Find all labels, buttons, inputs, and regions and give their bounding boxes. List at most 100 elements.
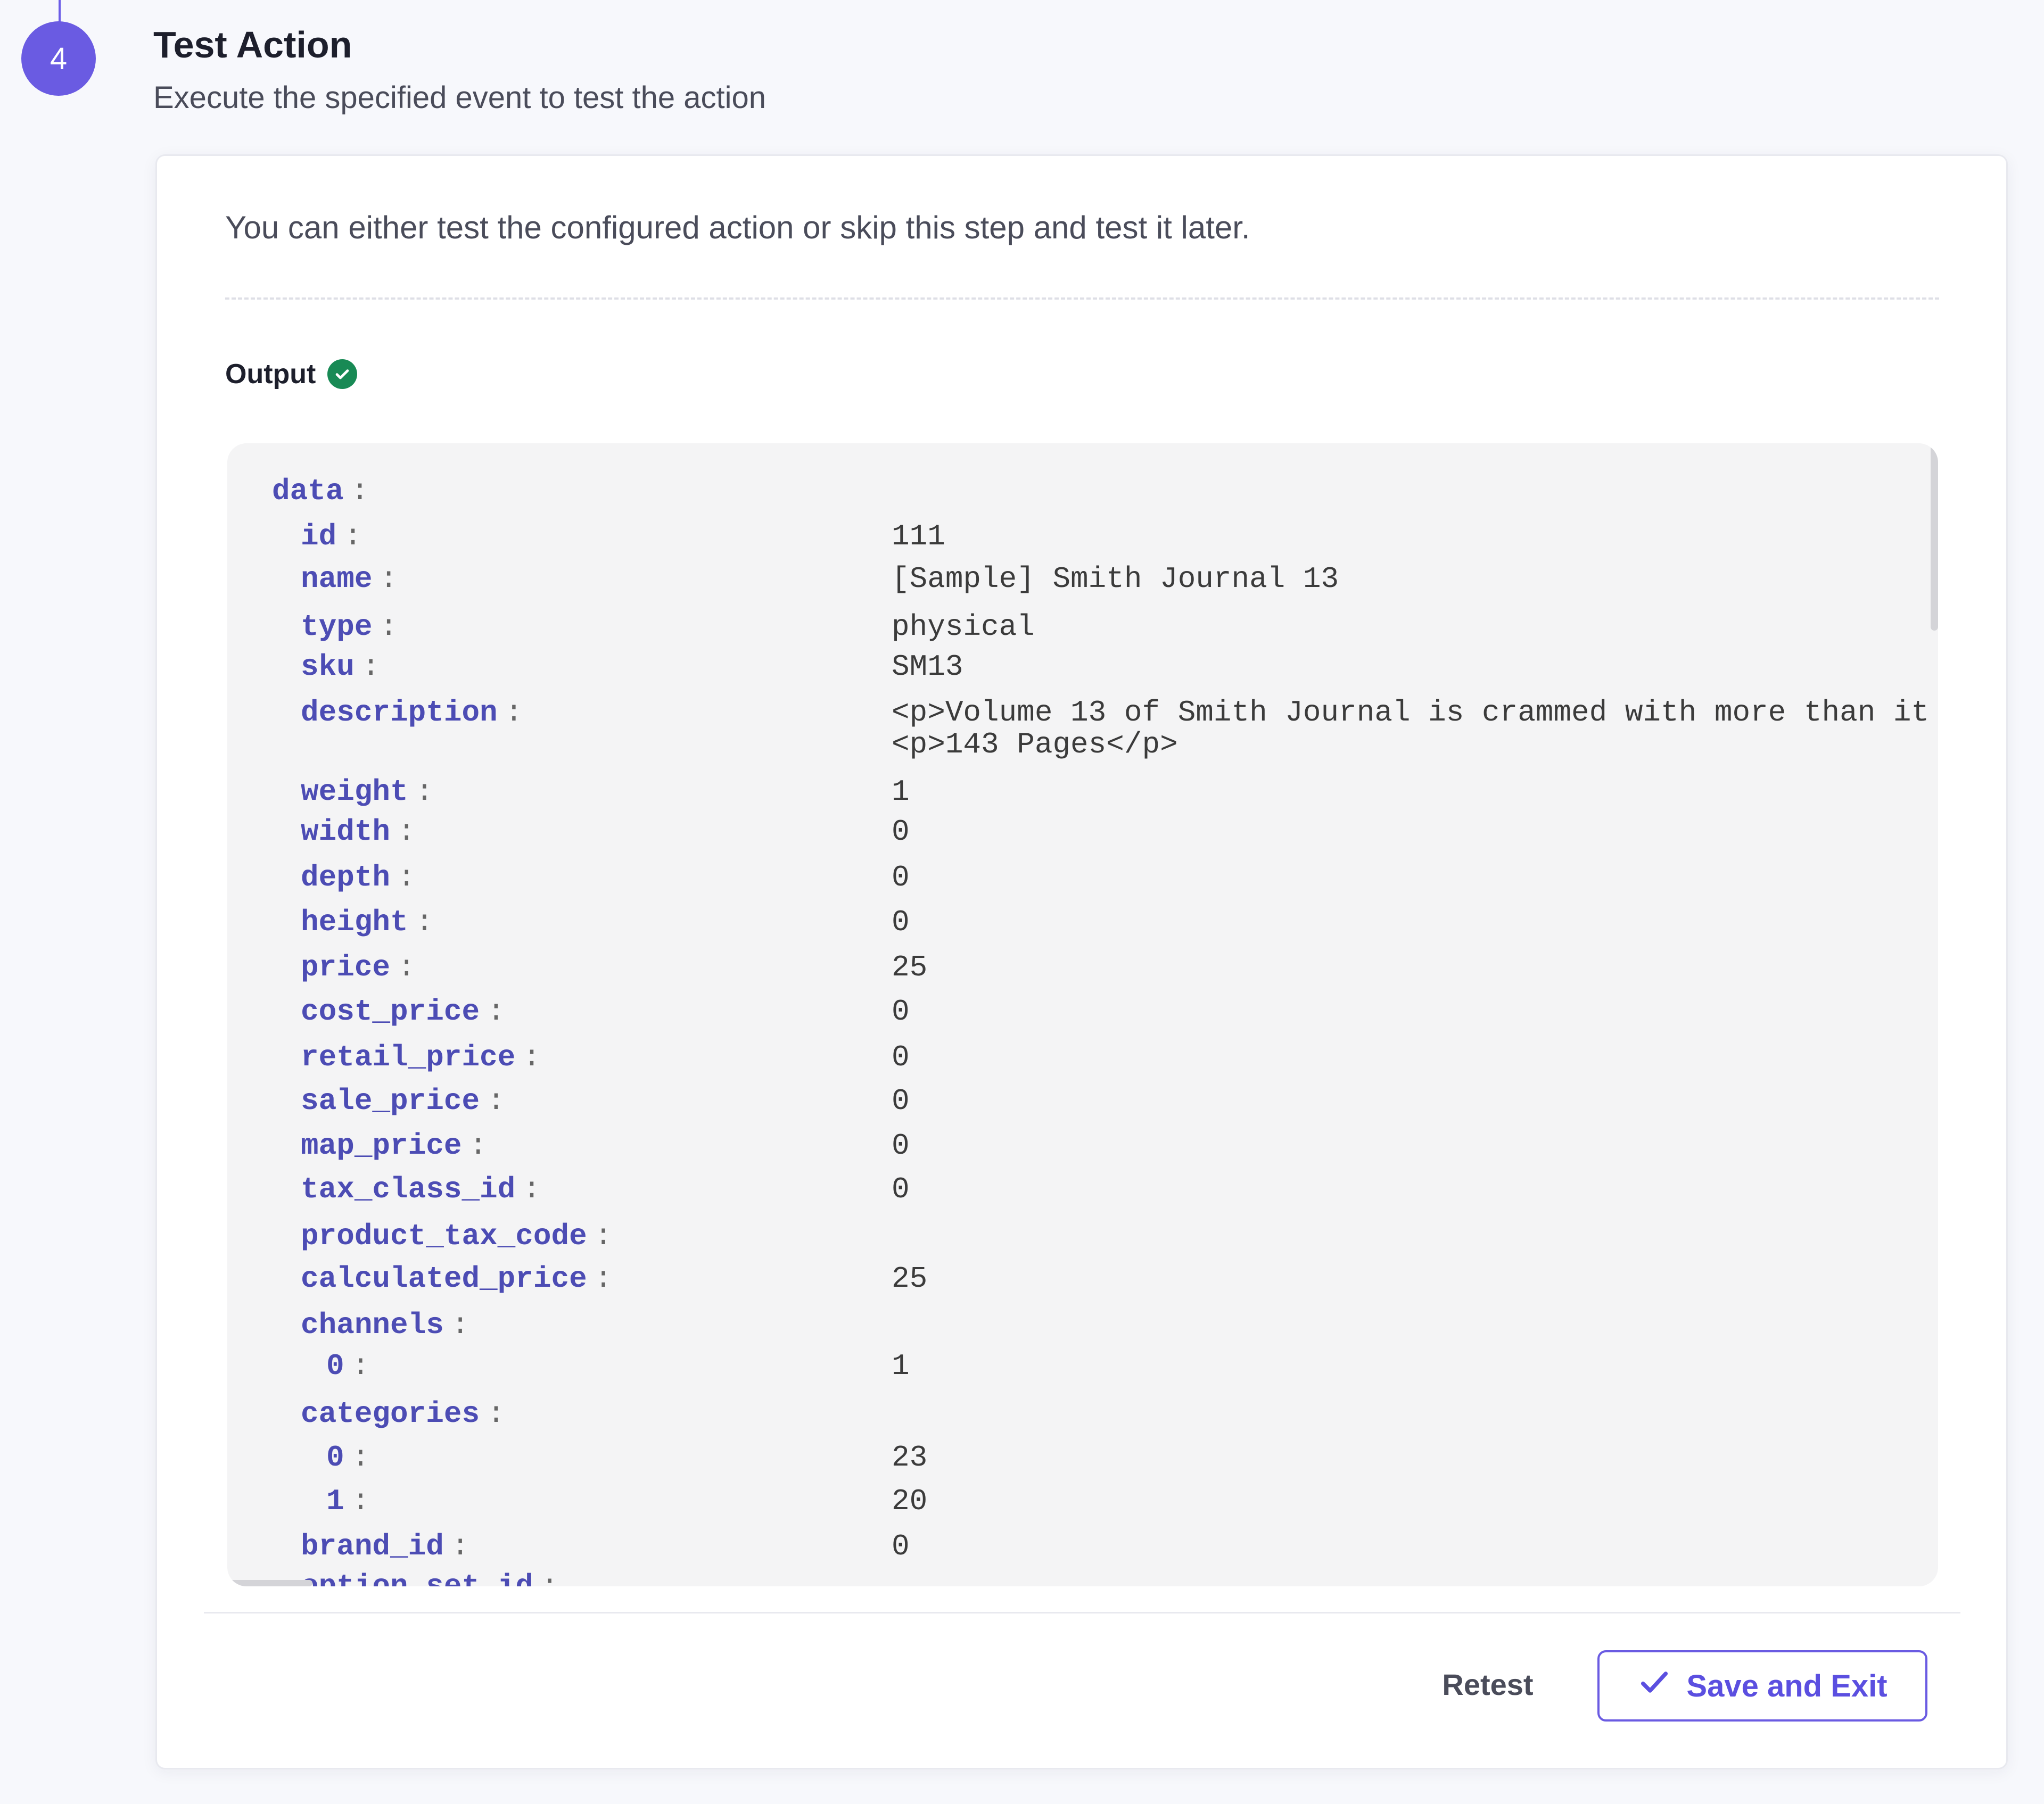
output-key: brand_id [301,1529,444,1563]
output-key-wrap: tax_class_id: [301,1173,541,1205]
save-and-exit-label: Save and Exit [1686,1668,1888,1703]
output-key-wrap: description: [301,697,523,729]
key-colon: : [344,519,362,553]
output-value: 0 [892,1084,910,1118]
output-key-wrap: data: [272,475,369,507]
save-and-exit-button[interactable]: Save and Exit [1597,1650,1927,1722]
output-value: 0 [892,1040,910,1074]
output-key: map_price [301,1129,462,1163]
output-value: 25 [892,1262,928,1296]
key-colon: : [487,995,505,1029]
output-key: 1 [326,1484,344,1518]
output-key: sale_price [301,1084,480,1118]
output-key: channels [301,1308,444,1342]
output-key-wrap: price: [301,951,416,983]
output-value: 0 [892,1529,910,1563]
output-key: name [301,562,373,596]
output-key: description [301,696,498,730]
output-value: [Sample] Smith Journal 13 [892,562,1339,596]
output-key: categories [301,1397,480,1431]
test-action-step: 4 Test Action Execute the specified even… [0,0,2044,1804]
output-key: option_set_id [301,1569,533,1586]
output-key-wrap: cost_price: [301,996,505,1028]
footer-divider [204,1612,1960,1613]
key-colon: : [469,1129,488,1163]
output-viewer[interactable]: data: id:111 name: [Sample] Smith Journal 1… [227,443,1938,1586]
key-colon: : [505,696,523,730]
output-key: depth [301,860,391,895]
key-colon: : [523,1040,541,1074]
step-title: Test Action [153,24,352,65]
output-key-wrap: calculated_price: [301,1263,612,1295]
output-key-wrap: sale_price: [301,1085,505,1117]
output-value: 0 [892,995,910,1029]
output-value: physical [892,610,1035,644]
output-heading: Output [225,358,358,390]
output-key: data [272,474,344,508]
output-key: weight [301,775,408,809]
key-colon: : [594,1262,613,1296]
output-key: height [301,905,408,939]
output-value: 0 [892,815,910,849]
output-key: width [301,815,391,849]
key-colon: : [398,950,416,984]
key-colon: : [398,815,416,849]
key-colon: : [415,905,434,939]
output-key-wrap: depth: [301,862,416,893]
output-value: 25 [892,950,928,984]
output-value: 20 [892,1484,928,1518]
step-subtitle: Execute the specified event to test the … [153,80,767,115]
output-key: id [301,519,337,553]
step-number-badge: 4 [21,21,96,96]
output-value: 0 [892,1172,910,1206]
key-colon: : [451,1308,469,1342]
output-value: 1 [892,775,910,809]
output-key-wrap: width: [301,816,416,848]
vertical-scrollbar[interactable] [1931,443,1938,631]
output-key-wrap: height: [301,906,433,938]
test-action-card: You can either test the configured actio… [155,154,2008,1769]
key-colon: : [361,650,380,684]
key-colon: : [594,1219,613,1253]
output-key-wrap: weight: [301,776,433,808]
output-key-wrap: 1: [326,1485,369,1517]
key-colon: : [351,1349,370,1383]
key-colon: : [487,1397,505,1431]
output-key: type [301,610,373,644]
output-rows: data: id:111 name: [Sample] Smith Journal 1… [227,443,1938,1586]
retest-button[interactable]: Retest [1408,1652,1568,1716]
output-key: 0 [326,1349,344,1383]
output-key: 0 [326,1441,344,1475]
key-colon: : [451,1529,469,1563]
key-colon: : [351,474,369,508]
key-colon: : [380,562,398,596]
output-key: sku [301,650,355,684]
output-value: 0 [892,905,910,939]
output-key: product_tax_code [301,1219,587,1253]
key-colon: : [415,775,434,809]
output-key-wrap: sku: [301,651,380,683]
output-value: 111 [892,519,945,553]
key-colon: : [380,610,398,644]
output-key-wrap: product_tax_code: [301,1220,612,1252]
output-value: SM13 [892,650,963,684]
key-colon: : [487,1084,505,1118]
intro-text: You can either test the configured actio… [225,210,1250,245]
output-key: cost_price [301,995,480,1029]
key-colon: : [351,1441,370,1475]
horizontal-scrollbar[interactable] [227,1580,312,1586]
output-key-wrap: channels: [301,1309,469,1341]
output-key-wrap: retail_price: [301,1041,541,1073]
output-value: <p>Volume 13 of Smith Journal is crammed… [892,696,1930,762]
check-circle-icon [327,359,358,389]
output-value: 0 [892,860,910,895]
output-key: calculated_price [301,1262,587,1296]
output-key-wrap: name: [301,563,398,595]
output-key-wrap: brand_id: [301,1530,469,1562]
output-label: Output [225,359,316,390]
output-key: price [301,950,391,984]
output-key-wrap: map_price: [301,1130,487,1162]
key-colon: : [540,1569,559,1586]
key-colon: : [351,1484,370,1518]
output-key-wrap: 0: [326,1442,369,1474]
